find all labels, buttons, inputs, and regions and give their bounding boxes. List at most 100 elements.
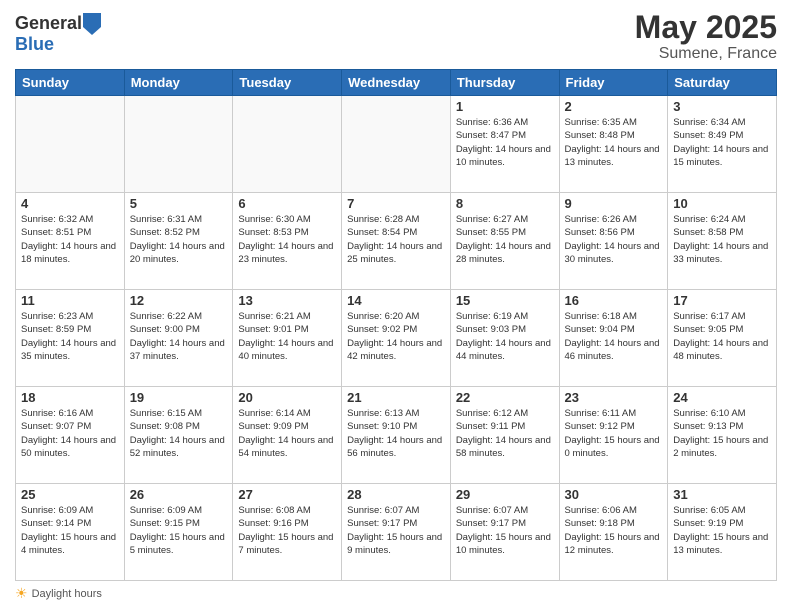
day-info: Sunrise: 6:07 AM Sunset: 9:17 PM Dayligh… — [456, 504, 554, 557]
day-info: Sunrise: 6:32 AM Sunset: 8:51 PM Dayligh… — [21, 213, 119, 266]
calendar-week-row: 25 Sunrise: 6:09 AM Sunset: 9:14 PM Dayli… — [16, 484, 777, 581]
table-row: 30Sunrise: 6:06 AM Sunset: 9:18 PM Dayli… — [559, 484, 668, 581]
day-number: 8 — [456, 196, 554, 211]
table-row: 26 Sunrise: 6:09 AM Sunset: 9:15 PM Dayli… — [124, 484, 233, 581]
table-row: 24 Sunrise: 6:10 AM Sunset: 9:13 PM Dayli… — [668, 387, 777, 484]
day-info: Sunrise: 6:19 AM Sunset: 9:03 PM Dayligh… — [456, 310, 554, 363]
page: General Blue May 2025 Sumene, France Sun… — [0, 0, 792, 612]
calendar-header-row: Sunday Monday Tuesday Wednesday Thursday… — [16, 70, 777, 96]
day-number: 14 — [347, 293, 445, 308]
table-row: 16 Sunrise: 6:18 AM Sunset: 9:04 PM Dayli… — [559, 290, 668, 387]
day-number: 10 — [673, 196, 771, 211]
table-row — [16, 96, 125, 193]
day-number: 2 — [565, 99, 663, 114]
day-number: 9 — [565, 196, 663, 211]
main-title: May 2025 — [635, 10, 777, 45]
day-info: Sunrise: 6:14 AM Sunset: 9:09 PM Dayligh… — [238, 407, 336, 460]
table-row: 4Sunrise: 6:32 AM Sunset: 8:51 PM Daylig… — [16, 193, 125, 290]
day-number: 22 — [456, 390, 554, 405]
day-number: 29 — [456, 487, 554, 502]
day-number: 7 — [347, 196, 445, 211]
day-info: Sunrise: 6:27 AM Sunset: 8:55 PM Dayligh… — [456, 213, 554, 266]
day-number: 26 — [130, 487, 228, 502]
calendar-week-row: 4Sunrise: 6:32 AM Sunset: 8:51 PM Daylig… — [16, 193, 777, 290]
calendar-table: Sunday Monday Tuesday Wednesday Thursday… — [15, 69, 777, 581]
day-info: Sunrise: 6:34 AM Sunset: 8:49 PM Dayligh… — [673, 116, 771, 169]
day-info: Sunrise: 6:30 AM Sunset: 8:53 PM Dayligh… — [238, 213, 336, 266]
day-info: Sunrise: 6:11 AM Sunset: 9:12 PM Dayligh… — [565, 407, 663, 460]
day-number: 1 — [456, 99, 554, 114]
day-info: Sunrise: 6:31 AM Sunset: 8:52 PM Dayligh… — [130, 213, 228, 266]
day-info: Sunrise: 6:09 AM Sunset: 9:15 PM Dayligh… — [130, 504, 228, 557]
table-row: 9 Sunrise: 6:26 AM Sunset: 8:56 PM Daylig… — [559, 193, 668, 290]
day-number: 27 — [238, 487, 336, 502]
day-info: Sunrise: 6:18 AM Sunset: 9:04 PM Dayligh… — [565, 310, 663, 363]
col-wednesday: Wednesday — [342, 70, 451, 96]
day-info: Sunrise: 6:16 AM Sunset: 9:07 PM Dayligh… — [21, 407, 119, 460]
day-info: Sunrise: 6:20 AM Sunset: 9:02 PM Dayligh… — [347, 310, 445, 363]
table-row: 29 Sunrise: 6:07 AM Sunset: 9:17 PM Dayli… — [450, 484, 559, 581]
table-row: 20 Sunrise: 6:14 AM Sunset: 9:09 PM Dayli… — [233, 387, 342, 484]
day-info: Sunrise: 6:36 AM Sunset: 8:47 PM Dayligh… — [456, 116, 554, 169]
table-row: 25 Sunrise: 6:09 AM Sunset: 9:14 PM Dayli… — [16, 484, 125, 581]
table-row: 23 Sunrise: 6:11 AM Sunset: 9:12 PM Dayli… — [559, 387, 668, 484]
table-row: 7 Sunrise: 6:28 AM Sunset: 8:54 PM Daylig… — [342, 193, 451, 290]
day-number: 15 — [456, 293, 554, 308]
table-row: 19 Sunrise: 6:15 AM Sunset: 9:08 PM Dayli… — [124, 387, 233, 484]
col-thursday: Thursday — [450, 70, 559, 96]
logo: General Blue — [15, 14, 101, 55]
table-row: 2 Sunrise: 6:35 AM Sunset: 8:48 PM Daylig… — [559, 96, 668, 193]
sun-icon: ☀ — [15, 585, 28, 602]
day-number: 17 — [673, 293, 771, 308]
day-number: 5 — [130, 196, 228, 211]
table-row: 28Sunrise: 6:07 AM Sunset: 9:17 PM Dayli… — [342, 484, 451, 581]
day-info: Sunrise: 6:28 AM Sunset: 8:54 PM Dayligh… — [347, 213, 445, 266]
day-info: Sunrise: 6:21 AM Sunset: 9:01 PM Dayligh… — [238, 310, 336, 363]
table-row: 1 Sunrise: 6:36 AM Sunset: 8:47 PM Daylig… — [450, 96, 559, 193]
table-row: 5 Sunrise: 6:31 AM Sunset: 8:52 PM Daylig… — [124, 193, 233, 290]
day-number: 24 — [673, 390, 771, 405]
day-info: Sunrise: 6:06 AM Sunset: 9:18 PM Dayligh… — [565, 504, 663, 557]
calendar-week-row: 1 Sunrise: 6:36 AM Sunset: 8:47 PM Daylig… — [16, 96, 777, 193]
table-row: 27 Sunrise: 6:08 AM Sunset: 9:16 PM Dayli… — [233, 484, 342, 581]
day-number: 11 — [21, 293, 119, 308]
col-friday: Friday — [559, 70, 668, 96]
table-row: 3Sunrise: 6:34 AM Sunset: 8:49 PM Daylig… — [668, 96, 777, 193]
day-info: Sunrise: 6:15 AM Sunset: 9:08 PM Dayligh… — [130, 407, 228, 460]
table-row: 21Sunrise: 6:13 AM Sunset: 9:10 PM Dayli… — [342, 387, 451, 484]
table-row: 13Sunrise: 6:21 AM Sunset: 9:01 PM Dayli… — [233, 290, 342, 387]
day-info: Sunrise: 6:05 AM Sunset: 9:19 PM Dayligh… — [673, 504, 771, 557]
table-row: 10 Sunrise: 6:24 AM Sunset: 8:58 PM Dayli… — [668, 193, 777, 290]
header: General Blue May 2025 Sumene, France — [15, 10, 777, 63]
col-saturday: Saturday — [668, 70, 777, 96]
day-info: Sunrise: 6:13 AM Sunset: 9:10 PM Dayligh… — [347, 407, 445, 460]
col-monday: Monday — [124, 70, 233, 96]
day-info: Sunrise: 6:10 AM Sunset: 9:13 PM Dayligh… — [673, 407, 771, 460]
table-row: 18 Sunrise: 6:16 AM Sunset: 9:07 PM Dayli… — [16, 387, 125, 484]
day-number: 23 — [565, 390, 663, 405]
day-number: 16 — [565, 293, 663, 308]
day-info: Sunrise: 6:09 AM Sunset: 9:14 PM Dayligh… — [21, 504, 119, 557]
day-number: 18 — [21, 390, 119, 405]
day-number: 28 — [347, 487, 445, 502]
day-number: 20 — [238, 390, 336, 405]
day-info: Sunrise: 6:17 AM Sunset: 9:05 PM Dayligh… — [673, 310, 771, 363]
table-row: 6Sunrise: 6:30 AM Sunset: 8:53 PM Daylig… — [233, 193, 342, 290]
day-number: 31 — [673, 487, 771, 502]
table-row: 14 Sunrise: 6:20 AM Sunset: 9:02 PM Dayli… — [342, 290, 451, 387]
logo-blue: Blue — [15, 35, 101, 55]
table-row: 15 Sunrise: 6:19 AM Sunset: 9:03 PM Dayli… — [450, 290, 559, 387]
day-info: Sunrise: 6:26 AM Sunset: 8:56 PM Dayligh… — [565, 213, 663, 266]
table-row: 12Sunrise: 6:22 AM Sunset: 9:00 PM Dayli… — [124, 290, 233, 387]
day-number: 25 — [21, 487, 119, 502]
day-info: Sunrise: 6:23 AM Sunset: 8:59 PM Dayligh… — [21, 310, 119, 363]
logo-general: General — [15, 14, 101, 35]
day-number: 19 — [130, 390, 228, 405]
footer: ☀ Daylight hours — [15, 585, 777, 602]
day-info: Sunrise: 6:35 AM Sunset: 8:48 PM Dayligh… — [565, 116, 663, 169]
day-info: Sunrise: 6:24 AM Sunset: 8:58 PM Dayligh… — [673, 213, 771, 266]
day-info: Sunrise: 6:08 AM Sunset: 9:16 PM Dayligh… — [238, 504, 336, 557]
table-row: 22Sunrise: 6:12 AM Sunset: 9:11 PM Dayli… — [450, 387, 559, 484]
subtitle: Sumene, France — [635, 45, 777, 63]
day-info: Sunrise: 6:22 AM Sunset: 9:00 PM Dayligh… — [130, 310, 228, 363]
